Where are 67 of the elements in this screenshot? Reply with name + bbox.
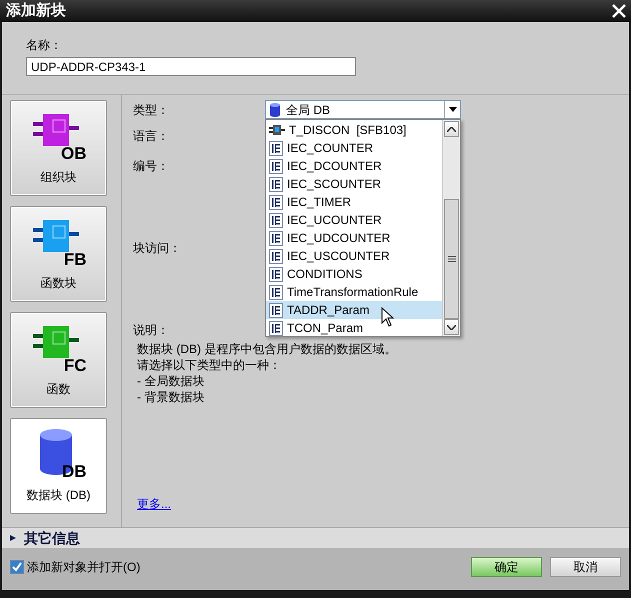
function-block-icon xyxy=(32,220,78,254)
tile-label: 数据块 (DB) xyxy=(26,487,90,504)
window-title: 添加新块 xyxy=(6,0,66,21)
mouse-cursor-icon xyxy=(381,307,395,327)
scroll-down-icon xyxy=(447,324,456,330)
dropdown-value: 全局 DB xyxy=(286,102,332,118)
close-icon xyxy=(612,4,626,18)
scroll-up-icon xyxy=(447,126,456,132)
block-type-tile[interactable]: FC 函数 xyxy=(10,312,107,408)
open-after-add-checkbox[interactable]: 添加新对象并打开(O) xyxy=(10,558,140,576)
expand-icon xyxy=(10,533,16,543)
function-block-icon xyxy=(32,326,78,360)
block-type-code: DB xyxy=(62,463,86,480)
tile-label: 组织块 xyxy=(40,169,76,186)
data-type-icon xyxy=(269,158,283,174)
data-type-icon xyxy=(269,230,283,246)
dropdown-option[interactable]: IEC_USCOUNTER xyxy=(266,247,442,265)
block-type-code: OB xyxy=(61,145,86,162)
data-type-icon xyxy=(269,266,283,282)
type-dropdown[interactable]: 全局 DB xyxy=(265,100,461,119)
dropdown-option[interactable]: IEC_DCOUNTER xyxy=(266,157,442,175)
function-block-icon xyxy=(32,114,78,148)
dropdown-option[interactable]: TADDR_Param xyxy=(266,301,442,319)
data-type-icon xyxy=(269,248,283,264)
tile-label: 函数块 xyxy=(40,275,76,292)
checkbox[interactable] xyxy=(10,560,24,574)
name-label: 名称： xyxy=(26,37,63,54)
name-field[interactable]: UDP-ADDR-CP343-1 xyxy=(26,57,356,76)
data-type-icon xyxy=(269,176,283,192)
data-type-icon xyxy=(269,194,283,210)
dropdown-option[interactable]: IEC_UDCOUNTER xyxy=(266,229,442,247)
block-icon xyxy=(269,125,285,135)
scrollbar[interactable] xyxy=(442,120,460,336)
field-label: 块访问： xyxy=(133,240,181,255)
dropdown-option[interactable]: CONDITIONS xyxy=(266,265,442,283)
data-type-icon xyxy=(269,284,283,300)
dropdown-arrow-icon xyxy=(444,101,460,118)
ok-button[interactable]: 确定 xyxy=(471,557,542,577)
cancel-button[interactable]: 取消 xyxy=(550,557,621,577)
description-text: - 背景数据块 xyxy=(137,389,204,405)
cylinder-icon xyxy=(270,102,280,116)
tile-label: 函数 xyxy=(46,381,70,398)
description-text: - 全局数据块 xyxy=(137,373,204,389)
description-text: 请选择以下类型中的一种： xyxy=(137,357,281,373)
field-label: 编号： xyxy=(133,158,169,173)
more-link[interactable]: 更多... xyxy=(137,495,172,513)
description-text: 数据块 (DB) 是程序中包含用户数据的数据区域。 xyxy=(137,341,396,357)
dropdown-option[interactable]: TimeTransformationRule xyxy=(266,283,442,301)
block-type-tile[interactable]: OB 组织块 xyxy=(10,100,107,196)
dropdown-option[interactable]: IEC_COUNTER xyxy=(266,139,442,157)
scroll-thumb[interactable] xyxy=(444,199,459,319)
block-type-tile[interactable]: FB 函数块 xyxy=(10,206,107,302)
dropdown-option[interactable]: IEC_TIMER xyxy=(266,193,442,211)
block-type-code: FB xyxy=(64,251,86,268)
dropdown-option[interactable]: IEC_SCOUNTER xyxy=(266,175,442,193)
dropdown-option[interactable]: TCON_Param xyxy=(266,319,442,337)
block-type-code: FC xyxy=(64,357,86,374)
description-label: 说明： xyxy=(133,322,169,339)
field-label: 语言： xyxy=(133,128,169,143)
data-type-icon xyxy=(269,302,283,318)
data-type-icon xyxy=(269,212,283,228)
dropdown-option[interactable]: IEC_UCOUNTER xyxy=(266,211,442,229)
block-type-tile[interactable]: DB 数据块 (DB) xyxy=(10,418,107,514)
more-info-header[interactable]: 其它信息 xyxy=(2,527,629,548)
data-type-icon xyxy=(269,140,283,156)
dropdown-option[interactable]: T_DISCON [SFB103] xyxy=(266,121,442,139)
field-label: 类型： xyxy=(133,102,169,117)
